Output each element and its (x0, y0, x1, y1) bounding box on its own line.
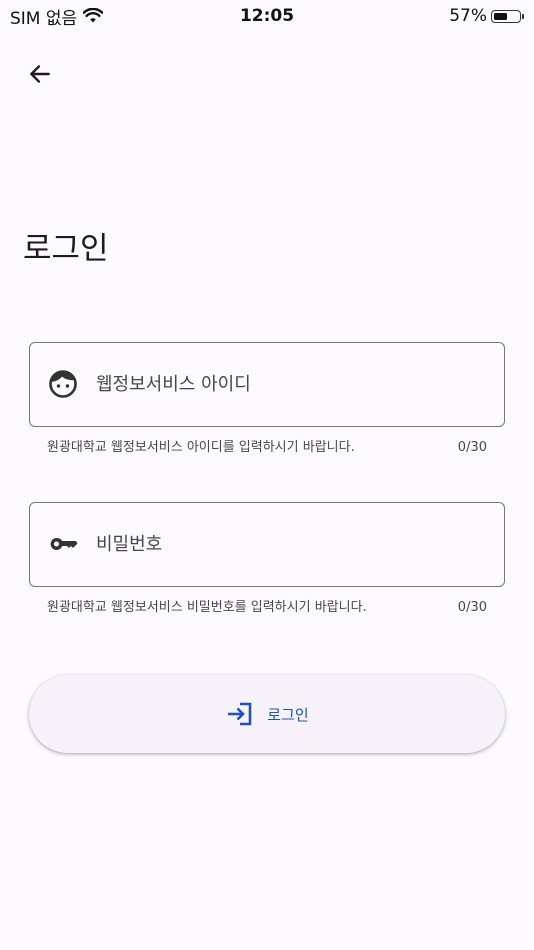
password-field[interactable] (29, 502, 505, 587)
id-input[interactable] (96, 343, 490, 425)
login-icon (228, 702, 252, 726)
password-char-counter: 0/30 (457, 600, 487, 615)
password-helper-text: 원광대학교 웹정보서비스 비밀번호를 입력하시기 바랍니다. (47, 600, 367, 615)
login-button-label: 로그인 (267, 705, 309, 724)
id-field[interactable] (29, 342, 505, 427)
battery-percent: 57% (449, 6, 487, 26)
password-input[interactable] (96, 503, 490, 585)
key-icon (47, 528, 79, 560)
battery-level-fill (494, 12, 507, 20)
battery-icon (491, 9, 521, 23)
login-button[interactable]: 로그인 (29, 675, 505, 753)
id-helper-text: 원광대학교 웹정보서비스 아이디를 입력하시기 바랍니다. (47, 440, 355, 455)
page-title: 로그인 (23, 231, 109, 267)
arrow-left-icon (30, 65, 50, 83)
battery-tip (522, 13, 524, 19)
face-icon (47, 368, 79, 400)
id-char-counter: 0/30 (457, 440, 487, 455)
status-bar: SIM 없음 12:05 57% (0, 0, 534, 32)
status-right: 57% (449, 4, 524, 28)
back-button[interactable] (22, 56, 58, 92)
